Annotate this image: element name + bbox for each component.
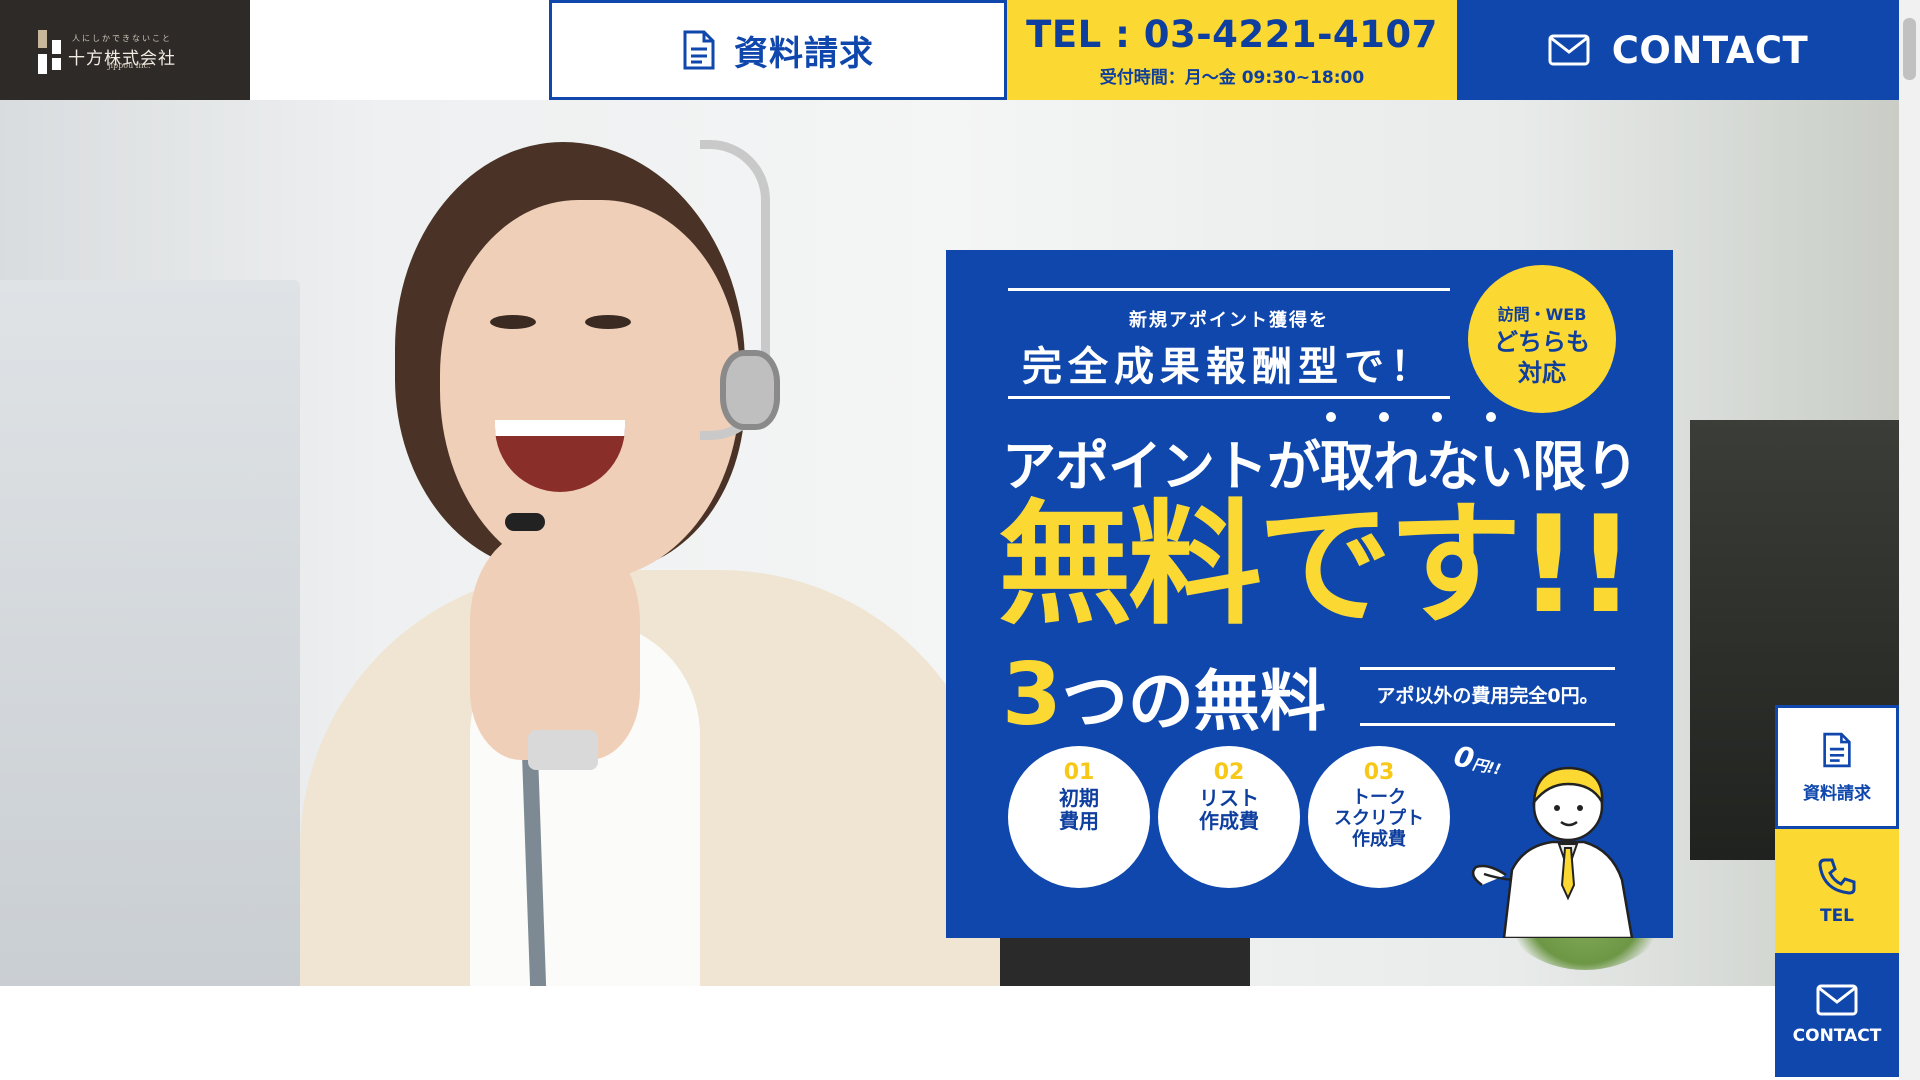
free-item-number: 02 <box>1213 760 1245 785</box>
free-count-heading: 3つの無料 <box>1002 645 1326 752</box>
right-text-rule-top <box>1360 667 1615 670</box>
mail-icon <box>1548 34 1590 66</box>
free-count-text: つの無料 <box>1061 663 1326 740</box>
header-contact-button[interactable]: CONTACT <box>1457 0 1899 100</box>
page-scrollbar[interactable] <box>1899 0 1920 1080</box>
side-document-request-label: 資料請求 <box>1803 783 1871 804</box>
right-text-rule-bottom <box>1360 723 1615 726</box>
free-item-3: 03 トーク スクリプト 作成費 <box>1308 746 1450 888</box>
site-header: 人にしかできないこと 十方株式会社 jippou inc. 資料請求 TEL :… <box>0 0 1899 100</box>
side-contact-button[interactable]: CONTACT <box>1775 953 1899 1077</box>
hero-photo-headset-earpiece <box>720 350 780 430</box>
side-tel-button[interactable]: TEL <box>1775 829 1899 953</box>
promo-main-line2: 無料です!! <box>998 487 1636 643</box>
hero-photo-monitor <box>0 280 300 986</box>
free-item-text: 初期 費用 <box>1059 786 1099 833</box>
badge-line3: 対応 <box>1518 359 1566 387</box>
page: 人にしかできないこと 十方株式会社 jippou inc. 資料請求 TEL :… <box>0 0 1920 1080</box>
company-logo[interactable]: 人にしかできないこと 十方株式会社 jippou inc. <box>0 0 250 100</box>
phone-icon <box>1818 858 1856 895</box>
logo-mark-icon <box>38 30 64 74</box>
logo-tagline: 人にしかできないこと <box>72 34 172 43</box>
hero-section: 新規アポイント獲得を 完全成果報酬型で！ 訪問・WEB どちらも 対応 アポイン… <box>0 100 1899 986</box>
scrollbar-thumb[interactable] <box>1903 18 1916 80</box>
hero-photo-microphone <box>505 513 545 531</box>
free-item-text: トーク スクリプト 作成費 <box>1334 787 1424 850</box>
hero-photo-eye-right <box>585 315 631 329</box>
side-document-request-button[interactable]: 資料請求 <box>1775 705 1899 829</box>
free-item-number: 01 <box>1063 760 1095 785</box>
document-icon <box>1823 732 1851 767</box>
visit-web-badge: 訪問・WEB どちらも 対応 <box>1468 265 1616 413</box>
promo-headline: 完全成果報酬型で！ <box>1022 344 1436 390</box>
logo-en: jippou inc. <box>108 61 151 70</box>
free-item-number: 03 <box>1363 760 1395 785</box>
free-item-1: 01 初期 費用 <box>1008 746 1150 888</box>
promo-card: 新規アポイント獲得を 完全成果報酬型で！ 訪問・WEB どちらも 対応 アポイン… <box>946 250 1673 938</box>
side-contact-label: CONTACT <box>1792 1026 1882 1046</box>
badge-line1: 訪問・WEB <box>1497 305 1587 324</box>
salesman-illustration-icon <box>1471 766 1634 938</box>
tel-hours: 受付時間：月〜金 09:30~18:00 <box>1099 68 1365 88</box>
header-document-request-button[interactable]: 資料請求 <box>549 0 1007 100</box>
promo-subtitle: 新規アポイント獲得を <box>1129 310 1329 331</box>
side-tel-label: TEL <box>1819 906 1855 926</box>
free-item-2: 02 リスト 作成費 <box>1158 746 1300 888</box>
badge-line2: どちらも <box>1494 328 1590 356</box>
header-document-request-label: 資料請求 <box>734 33 874 74</box>
mail-icon <box>1816 984 1858 1016</box>
promo-rule-top <box>1008 288 1450 291</box>
document-icon <box>683 30 715 70</box>
header-tel-block[interactable]: TEL : 03-4221-4107 受付時間：月〜金 09:30~18:00 <box>1007 0 1457 100</box>
hero-photo-watch <box>528 730 598 770</box>
floating-side-nav: 資料請求 TEL CONTACT <box>1775 705 1899 1077</box>
emphasis-dots <box>1326 412 1496 422</box>
hero-photo-eye-left <box>490 315 536 329</box>
hero-photo-operator-face <box>440 200 740 580</box>
free-item-text: リスト 作成費 <box>1199 786 1259 833</box>
zero-cost-text: アポ以外の費用完全0円。 <box>1376 685 1599 707</box>
hero-photo-hand <box>470 530 640 760</box>
promo-rule-bottom <box>1008 396 1450 399</box>
header-contact-label: CONTACT <box>1611 28 1809 72</box>
free-count-number: 3 <box>1002 645 1062 745</box>
tel-number: TEL : 03-4221-4107 <box>1026 13 1438 56</box>
